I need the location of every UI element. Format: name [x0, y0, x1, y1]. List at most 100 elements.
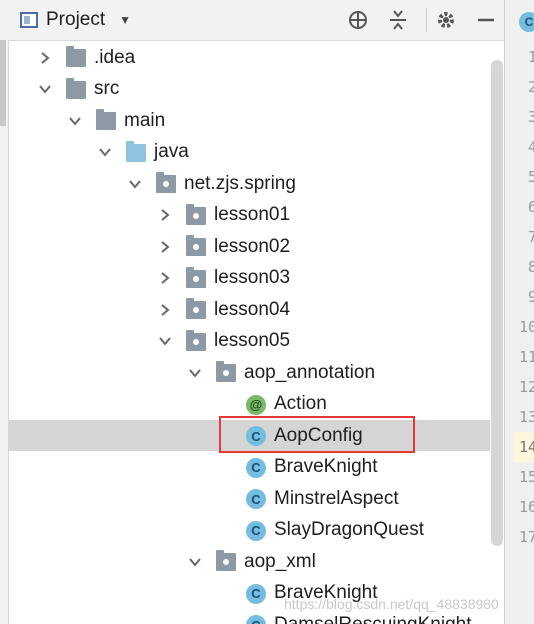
tree-row[interactable]: C SlayDragonQuest: [8, 515, 490, 546]
tree-row[interactable]: src: [8, 74, 490, 105]
tree-row[interactable]: @ Action: [8, 389, 490, 420]
chevron-down-icon: ▼: [119, 13, 132, 27]
chevron-right-icon[interactable]: [38, 51, 52, 65]
collapse-all-icon[interactable]: [386, 8, 410, 32]
tree-row[interactable]: .idea: [8, 42, 490, 73]
class-icon: C: [246, 520, 266, 541]
line-number: 13: [518, 408, 534, 426]
chevron-down-icon[interactable]: [98, 145, 112, 159]
editor-gutter: C 1 2 3 4 5 6 7 8 9 10 11 12 13 14 15 16 17: [504, 0, 534, 624]
line-number: 9: [527, 288, 534, 306]
package-icon: [186, 235, 206, 256]
class-icon: C: [246, 489, 266, 509]
package-icon: [156, 172, 176, 193]
chevron-right-icon[interactable]: [158, 303, 172, 317]
editor-tab-class-icon[interactable]: C: [519, 12, 534, 32]
tree-item-label: lesson01: [214, 204, 291, 225]
tree-item-label: main: [124, 109, 166, 131]
line-number: 14: [513, 432, 534, 462]
line-number: 10: [518, 318, 534, 336]
tool-strip-marker: [0, 40, 6, 126]
line-number: 11: [518, 348, 534, 366]
folder-icon: [96, 109, 116, 130]
gear-icon[interactable]: [434, 8, 458, 32]
tree-row[interactable]: aop_xml: [8, 546, 490, 577]
project-icon: [20, 12, 38, 28]
class-icon: C: [246, 615, 266, 624]
tree-item-label: MinstrelAspect: [274, 487, 399, 509]
chevron-down-icon[interactable]: [68, 114, 82, 128]
line-number: 5: [527, 168, 534, 186]
tree-item-label: SlayDragonQuest: [274, 519, 424, 540]
package-icon: [216, 550, 236, 571]
tree-item-label: BraveKnight: [274, 456, 378, 477]
tree-item-label: net.zjs.spring: [184, 172, 296, 194]
line-number: 16: [518, 498, 534, 516]
tree-row[interactable]: lesson05: [8, 326, 490, 357]
package-icon: [186, 203, 206, 225]
scrollbar-thumb[interactable]: [491, 60, 503, 546]
package-icon: [186, 298, 206, 319]
chevron-down-icon[interactable]: [188, 366, 202, 380]
vertical-scrollbar[interactable]: [490, 60, 504, 546]
line-number: 2: [527, 78, 534, 96]
locate-icon[interactable]: [346, 8, 370, 32]
line-number: 8: [527, 258, 534, 276]
line-number: 17: [518, 528, 534, 546]
tree-row[interactable]: main: [8, 105, 490, 136]
class-icon: C: [246, 426, 266, 446]
tree-item-label: src: [94, 78, 120, 99]
tree-item-label: aop_xml: [244, 550, 316, 572]
chevron-down-icon[interactable]: [158, 334, 172, 348]
line-number: 6: [527, 198, 534, 216]
folder-icon: [66, 46, 86, 67]
project-tree: .idea src main java net.zjs.spring lesson01 le…: [8, 41, 490, 624]
line-number: 15: [518, 468, 534, 486]
tree-row[interactable]: C MinstrelAspect: [8, 483, 490, 514]
package-icon: [186, 329, 206, 351]
annotation-icon: @: [246, 394, 266, 415]
tree-row[interactable]: C AopConfig: [8, 420, 490, 451]
line-number: 3: [527, 108, 534, 126]
tree-item-label: lesson04: [214, 298, 291, 320]
tree-item-label: AopConfig: [274, 424, 363, 446]
header-divider: [426, 8, 427, 32]
package-icon: [186, 266, 206, 288]
chevron-down-icon[interactable]: [38, 82, 52, 96]
tree-item-label: lesson02: [214, 235, 291, 257]
tree-row[interactable]: aop_annotation: [8, 357, 490, 388]
chevron-right-icon[interactable]: [158, 271, 172, 285]
tree-item-label: lesson05: [214, 330, 291, 351]
tree-row[interactable]: net.zjs.spring: [8, 168, 490, 199]
tree-item-label: Action: [274, 393, 327, 414]
tree-row[interactable]: lesson01: [8, 200, 490, 231]
minimize-icon[interactable]: [474, 8, 498, 32]
project-view-selector[interactable]: Project ▼: [20, 8, 131, 32]
tree-row[interactable]: java: [8, 137, 490, 168]
source-folder-icon: [126, 140, 146, 162]
line-number: 4: [527, 138, 534, 156]
panel-title: Project: [46, 9, 106, 30]
chevron-down-icon[interactable]: [128, 177, 142, 191]
class-icon: C: [246, 583, 266, 604]
folder-icon: [66, 77, 86, 99]
line-number: 1: [527, 48, 534, 66]
chevron-right-icon[interactable]: [158, 240, 172, 254]
line-number: 12: [518, 378, 534, 396]
tree-item-label: java: [154, 141, 189, 162]
tree-item-label: DamselRescuingKnight: [274, 613, 472, 624]
chevron-down-icon[interactable]: [188, 555, 202, 569]
tree-item-label: aop_annotation: [244, 361, 376, 383]
project-panel-header: Project ▼: [8, 0, 504, 41]
watermark: https://blog.csdn.net/qq_48838980: [284, 596, 499, 612]
tree-item-label: .idea: [94, 46, 136, 68]
chevron-right-icon[interactable]: [158, 208, 172, 222]
line-number: 7: [527, 228, 534, 246]
tree-row[interactable]: C BraveKnight: [8, 452, 490, 483]
tree-row[interactable]: lesson03: [8, 263, 490, 294]
package-icon: [216, 361, 236, 382]
tree-row[interactable]: lesson02: [8, 231, 490, 262]
class-icon: C: [246, 457, 266, 478]
tree-item-label: lesson03: [214, 267, 291, 288]
tree-row[interactable]: lesson04: [8, 294, 490, 325]
